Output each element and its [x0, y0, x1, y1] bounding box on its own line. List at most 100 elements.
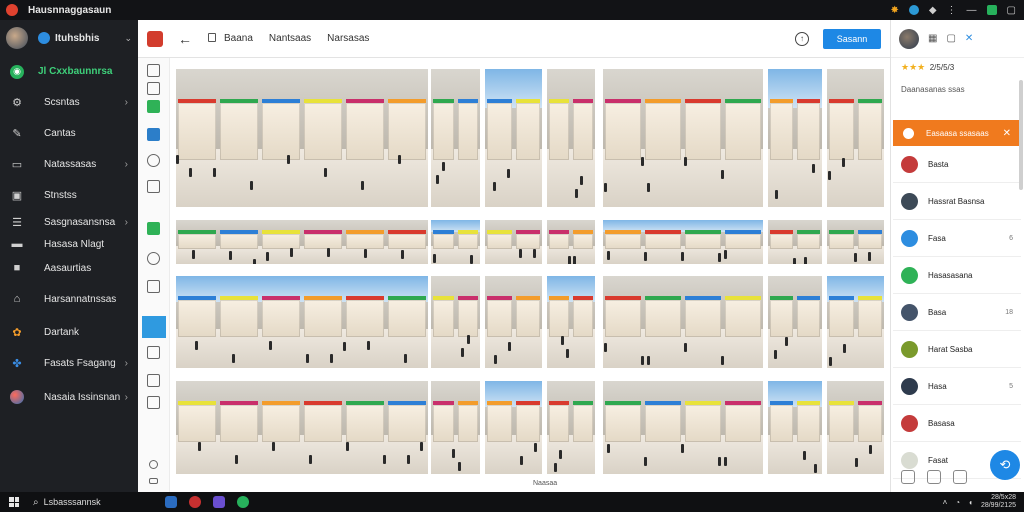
image-thumbnail[interactable] [827, 69, 884, 207]
chat-icon[interactable]: ▢ [946, 33, 955, 44]
image-thumbnail[interactable] [176, 276, 428, 368]
building-icon[interactable] [147, 346, 160, 359]
list-item[interactable]: Harat Sasba [893, 332, 1021, 368]
check-icon[interactable] [147, 100, 160, 113]
image-thumbnail[interactable] [827, 220, 884, 264]
sidebar-item-6[interactable]: ■ Aasaurtias [0, 255, 138, 281]
image-thumbnail[interactable] [768, 381, 822, 474]
home-icon[interactable] [901, 470, 915, 484]
sidebar-item-7[interactable]: ⌂ Harsannatnssas [0, 281, 138, 317]
share-icon[interactable]: ↑ [795, 31, 809, 46]
list-item[interactable]: Hasa 5 [893, 369, 1021, 405]
image-thumbnail[interactable] [431, 220, 480, 264]
image-thumbnail[interactable] [603, 381, 763, 474]
user-icon[interactable] [147, 82, 160, 95]
sidebar-item-8[interactable]: ✿ Dartank [0, 317, 138, 348]
chevron-up-icon[interactable]: ˄ [943, 498, 948, 507]
more-icon[interactable] [149, 478, 158, 484]
sidebar-item-2[interactable]: ▭ Natassasas › [0, 149, 138, 180]
image-thumbnail[interactable] [176, 381, 428, 474]
start-icon[interactable] [9, 497, 19, 507]
sidebar-item-active[interactable]: ◉ Jl Cxxbaunnrsa [0, 56, 138, 87]
app-status-icon[interactable] [986, 5, 997, 15]
avatar[interactable] [899, 28, 919, 49]
avatar[interactable] [6, 27, 28, 49]
share-icon[interactable]: ✕ [965, 33, 973, 44]
settings-icon[interactable]: ✸ [890, 5, 898, 16]
sidebar-item-5[interactable]: ▬ Hasasa Nlagt [0, 233, 138, 255]
maximize-icon[interactable]: ▢ [1007, 5, 1016, 16]
image-thumbnail[interactable] [603, 69, 763, 207]
app-icon[interactable] [164, 496, 177, 508]
more-icon[interactable]: ⋮ [947, 5, 957, 16]
image-thumbnail[interactable] [603, 220, 763, 264]
minimize-icon[interactable]: — [967, 5, 977, 16]
search-input[interactable]: Lsbasssannsk [44, 497, 101, 507]
settings-icon[interactable] [149, 460, 158, 469]
image-icon[interactable] [147, 128, 160, 141]
image-thumbnail[interactable] [485, 69, 542, 207]
image-thumbnail[interactable] [603, 276, 763, 368]
app-icon[interactable] [188, 496, 201, 508]
list-item[interactable]: Fasa 6 [893, 221, 1021, 257]
volume-icon[interactable]: ◖ [968, 498, 973, 507]
list-item[interactable]: Basta [893, 147, 1021, 183]
camera-icon[interactable] [147, 374, 160, 387]
active-tool[interactable] [142, 316, 166, 338]
image-thumbnail[interactable] [547, 381, 595, 474]
table-icon[interactable] [147, 180, 160, 193]
image-thumbnail[interactable] [431, 381, 480, 474]
wifi-icon[interactable]: ◔ [955, 498, 960, 507]
sidebar-item-4[interactable]: ☰ Sasgnasansnsa › [0, 211, 138, 233]
list-item-active[interactable]: Easaasa ssasaas ✕ [893, 120, 1021, 146]
list-item[interactable]: Hassrat Basnsa [893, 184, 1021, 220]
scrollbar[interactable] [1019, 80, 1023, 190]
chart-icon[interactable] [147, 222, 160, 235]
clock[interactable]: 28/5x28 28/99/2125 [981, 494, 1016, 510]
search-icon[interactable]: ⌕ [33, 497, 39, 508]
pen-icon[interactable] [147, 154, 160, 167]
image-thumbnail[interactable] [485, 276, 542, 368]
sidebar-item-10[interactable]: Nasaia Issinsnan › [0, 379, 138, 415]
image-thumbnail[interactable] [547, 69, 595, 207]
crop-icon[interactable] [147, 280, 160, 293]
gear-icon[interactable] [953, 470, 967, 484]
image-thumbnail[interactable] [768, 276, 822, 368]
tab-1[interactable]: Nantsaas [269, 33, 311, 44]
list-item[interactable]: Basa 18 [893, 295, 1021, 331]
image-thumbnail[interactable] [547, 276, 595, 368]
sidebar-item-9[interactable]: ✤ Fasats Fsagang › [0, 348, 138, 379]
list-item[interactable]: Basasa [893, 406, 1021, 442]
back-arrow-icon[interactable]: ← [178, 31, 192, 47]
tab-0[interactable]: Baana [208, 33, 253, 44]
building-icon[interactable] [927, 470, 941, 484]
image-thumbnail[interactable] [176, 69, 428, 207]
image-thumbnail[interactable] [768, 220, 822, 264]
home-icon[interactable] [147, 64, 160, 77]
sidebar-item-1[interactable]: ✎ Cantas [0, 118, 138, 149]
close-icon[interactable]: ✕ [1003, 128, 1011, 139]
image-thumbnail[interactable] [485, 381, 542, 474]
image-thumbnail[interactable] [485, 220, 542, 264]
app-icon[interactable] [236, 496, 249, 508]
notification-icon[interactable] [908, 5, 919, 15]
text-icon[interactable] [147, 396, 160, 409]
image-thumbnail[interactable] [827, 381, 884, 474]
app-icon[interactable] [212, 496, 225, 508]
chevron-down-icon[interactable]: ⌄ [124, 33, 132, 44]
list-item[interactable]: Hasasasana [893, 258, 1021, 294]
calendar-icon[interactable]: ▦ [928, 33, 937, 44]
bell-icon[interactable]: ◆ [929, 5, 937, 16]
sidebar-item-3[interactable]: ▣ Stnstss [0, 180, 138, 211]
workspace-switcher[interactable]: Ituhsbhis ⌄ [0, 20, 138, 56]
image-thumbnail[interactable] [431, 276, 480, 368]
image-thumbnail[interactable] [431, 69, 480, 207]
primary-button[interactable]: Sasann [823, 28, 881, 49]
tab-2[interactable]: Narsasas [327, 33, 369, 44]
fab-button[interactable]: ⟲ [990, 450, 1020, 480]
image-thumbnail[interactable] [547, 220, 595, 264]
image-thumbnail[interactable] [827, 276, 884, 368]
image-thumbnail[interactable] [768, 69, 822, 207]
image-thumbnail[interactable] [176, 220, 428, 264]
layers-icon[interactable] [147, 252, 160, 265]
